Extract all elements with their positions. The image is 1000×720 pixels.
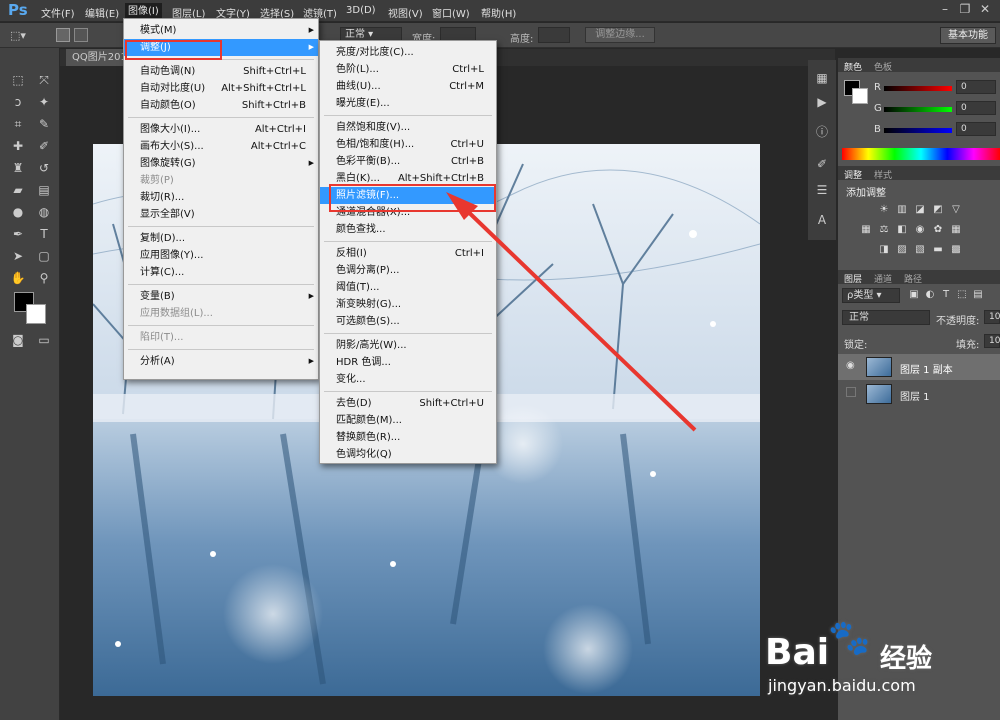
baidu-watermark: Bai	[765, 632, 830, 673]
paw-logo-icon: 🐾	[828, 618, 871, 658]
watermark-url: jingyan.baidu.com	[768, 676, 916, 695]
jingyan-watermark: 经验	[880, 644, 933, 674]
callout-arrow	[446, 192, 697, 432]
